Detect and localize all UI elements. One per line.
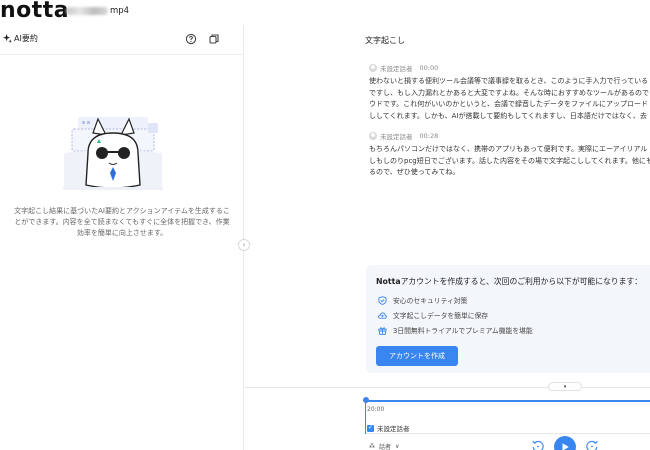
promo-item-label: 3日間無料トライアルでプレミアム機能を堪能 [393,327,533,335]
avatar [369,64,377,72]
playback-progress-bar[interactable] [365,400,650,402]
playhead-line [365,400,366,434]
segment-line: 使わないと損する便利ツール会議等で議事録を取るとき、このように手入力で行っている [369,77,649,85]
promo-item-label: 安心のセキュリティ対策 [393,297,468,305]
promo-title-text: アカウントを作成すると、次回のご利用から以下が可能になります： [400,277,642,286]
segment-timestamp[interactable]: 00:28 [420,132,439,140]
account-promo-card: Nottaアカウントを作成すると、次回のご利用から以下が可能になります： 安心の… [366,265,650,373]
help-icon[interactable] [185,33,197,45]
play-button[interactable] [554,436,576,450]
player-divider [245,387,650,388]
segment-speaker-row: 未設定話者 00:28 [369,131,650,141]
promo-brand: Notta [376,277,401,286]
transcript-panel: 文字起こし 未設定話者 00:00 使わないと損する便利ツール会議等で議事録を取… [245,25,650,450]
segment-text[interactable]: 使わないと損する便利ツール会議等で議事録を取るとき、このように手入力で行っている… [369,76,650,122]
ai-summary-description: 文字起こし結果に基づいたAI要約とアクションアイテムを生成することができます。内… [14,207,230,237]
cloud-icon [378,312,387,319]
sparkle-icon [3,34,12,43]
shield-icon [378,295,387,305]
copy-icon[interactable] [208,33,220,45]
transcript-title: 文字起こし [365,36,405,45]
gift-icon [378,326,387,335]
promo-item-trial: 3日間無料トライアルでプレミアム機能を堪能 [378,325,533,335]
chevron-down-icon: ▾ [563,383,567,390]
segment-line: ししてくれます。しかも、AIが搭載して要約もしてくれますし、日本語だけではなく、… [369,111,647,120]
ai-summary-header: AI要約 [0,25,244,55]
file-extension: mp4 [110,6,130,16]
promo-item-save: 文字起こしデータを簡単に保存 [378,310,488,320]
notta-logo[interactable]: notta [0,0,69,23]
segment-speaker-row: 未設定話者 00:00 [369,63,650,73]
collapse-panel-button[interactable]: ‹ [238,239,250,251]
segment-text[interactable]: もちろんパソコンだけではなく、携帯のアプリもあって便利です。実際にエーアイリアル… [369,144,650,179]
speaker-name[interactable]: 未設定話者 [380,63,413,73]
expand-player-button[interactable]: ▾ [548,382,582,391]
create-account-button[interactable]: アカウントを作成 [376,346,458,366]
play-icon [562,443,569,450]
speakers-icon: ⁂ [369,443,375,450]
ai-summary-title: AI要約 [3,33,38,44]
speaker-name[interactable]: 未設定話者 [380,131,413,141]
transcript-segment: 未設定話者 00:28 もちろんパソコンだけではなく、携帯のアプリもあって便利で… [369,131,650,179]
promo-item-label: 文字起こしデータを簡単に保存 [393,312,489,320]
rewind-icon[interactable] [531,439,545,450]
speaker-selector-label: 話者 [379,444,392,450]
checkbox-checked-icon[interactable]: ✓ [367,424,374,432]
ai-summary-label: AI要約 [14,34,38,43]
blurred-filename [66,7,108,15]
dropdown-icon: ∨ [395,443,400,450]
transcript-segment: 未設定話者 00:00 使わないと損する便利ツール会議等で議事録を取るとき、この… [369,63,650,122]
segment-line: るので、ぜひ使ってみてね。 [369,168,460,176]
segment-line: ウドです。これ何がいいのかというと、会議で録音したデータをファイルにアップロード [369,100,649,108]
segment-timestamp[interactable]: 00:00 [420,64,439,72]
speaker-filter[interactable]: ✓ 未設定話者 [367,423,410,433]
promo-title: Nottaアカウントを作成すると、次回のご利用から以下が可能になります： [376,276,642,287]
speaker-selector[interactable]: ⁂ 話者 ∨ [369,442,399,450]
chevron-left-icon: ‹ [242,241,246,249]
top-bar: notta mp4 [0,0,650,25]
forward-icon[interactable] [585,439,599,450]
timeline-time-label: 20:00 [367,406,385,413]
playhead-handle[interactable] [363,397,369,403]
ai-summary-illustration [63,117,163,190]
file-name: mp4 [66,5,129,17]
ai-summary-panel: AI要約 文字起こし結果に基づいたAI要約とアクションアイテムを生成することがで… [0,25,244,450]
segment-line: しもしのりpcg短日でございます。話した内容をその場で文字起こししてくれます。他… [369,156,650,165]
promo-item-security: 安心のセキュリティ対策 [378,295,467,305]
speaker-filter-label: 未設定話者 [377,425,410,433]
avatar [369,132,377,140]
segment-line: ですし、もし入力漏れとかあると大変ですよね。そんな時におすすめなツールがあるので [369,88,649,97]
segment-line: もちろんパソコンだけではなく、携帯のアプリもあって便利です。実際にエーアイリアル [369,145,648,153]
